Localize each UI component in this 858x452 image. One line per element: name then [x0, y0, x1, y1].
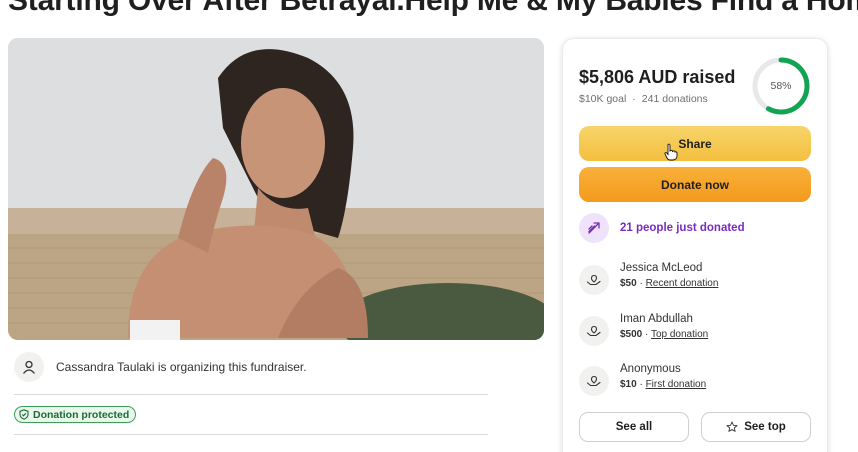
goal-meta: $10K goal · 241 donations: [579, 93, 708, 105]
donor-name: Iman Abdullah: [620, 313, 693, 325]
donor-item: Iman Abdullah $500 · Top donation: [579, 312, 708, 346]
see-all-button[interactable]: See all: [579, 412, 689, 442]
divider: [14, 434, 488, 435]
donor-tag-link[interactable]: First donation: [646, 379, 707, 390]
organizer-row: Cassandra Taulaki is organizing this fun…: [14, 352, 307, 382]
hand-cursor-icon: [664, 143, 678, 161]
donor-name: Anonymous: [620, 363, 681, 375]
shield-icon: [19, 409, 29, 420]
donor-amount: $50: [620, 278, 637, 289]
donor-item: Anonymous $10 · First donation: [579, 362, 706, 396]
progress-percent: 58%: [770, 80, 792, 92]
donation-count: 241 donations: [641, 93, 708, 105]
organizer-text: Cassandra Taulaki is organizing this fun…: [56, 360, 307, 374]
donation-card: $5,806 AUD raised $10K goal · 241 donati…: [562, 38, 828, 452]
donor-separator: ·: [636, 379, 646, 390]
donor-amount: $500: [620, 329, 643, 340]
hero-image[interactable]: [8, 38, 544, 340]
donor-detail: $10 · First donation: [620, 377, 706, 393]
donor-tag-link[interactable]: Recent donation: [646, 278, 719, 289]
donation-hand-icon: [579, 316, 609, 346]
donor-amount: $10: [620, 379, 637, 390]
donation-protected-badge[interactable]: Donation protected: [14, 406, 137, 423]
divider: [14, 394, 488, 395]
see-all-label: See all: [615, 421, 653, 433]
meta-separator: ·: [632, 93, 636, 105]
see-top-label: See top: [744, 421, 786, 433]
trend-row: 21 people just donated: [579, 213, 745, 243]
donor-item: Jessica McLeod $50 · Recent donation: [579, 261, 718, 295]
see-top-button[interactable]: See top: [701, 412, 811, 442]
trend-text: 21 people just donated: [620, 222, 745, 234]
donor-separator: ·: [642, 329, 651, 340]
donor-name: Jessica McLeod: [620, 262, 703, 274]
person-icon: [14, 352, 44, 382]
donation-protected-label: Donation protected: [33, 408, 130, 421]
donation-hand-icon: [579, 265, 609, 295]
amount-raised: $5,806 AUD raised: [579, 67, 736, 87]
donate-now-button[interactable]: Donate now: [579, 167, 811, 202]
page-title: Starting Over After Betrayal.Help Me & M…: [8, 0, 858, 17]
trending-up-icon: [579, 213, 609, 243]
donation-hand-icon: [579, 366, 609, 396]
donor-tag-link[interactable]: Top donation: [651, 329, 708, 340]
donor-detail: $50 · Recent donation: [620, 276, 718, 292]
goal-text: $10K goal: [579, 93, 627, 105]
donor-separator: ·: [636, 278, 646, 289]
star-icon: [726, 421, 738, 432]
share-button[interactable]: Share: [579, 126, 811, 161]
donor-detail: $500 · Top donation: [620, 327, 708, 343]
